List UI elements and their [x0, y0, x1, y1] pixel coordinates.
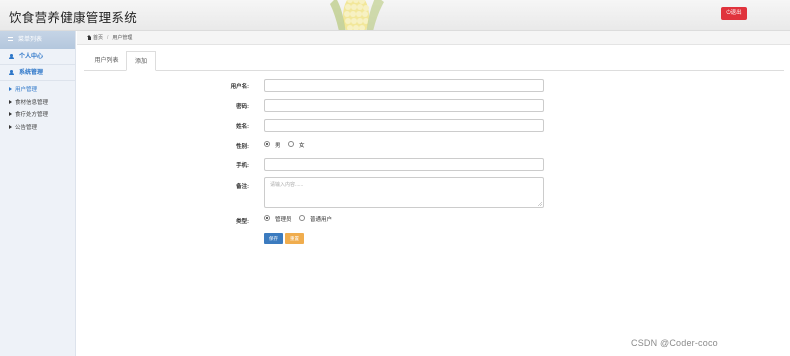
sidebar-subitem-label: 食疗处方管理 — [15, 112, 49, 118]
gender-radio-female[interactable] — [288, 141, 294, 147]
type-label: 类型: — [236, 219, 249, 225]
user-icon — [9, 54, 14, 60]
remark-textarea[interactable]: 请输入内容...... — [264, 177, 544, 208]
tab-bar: 用户列表 添加 — [84, 51, 784, 71]
save-button[interactable]: 保存 — [264, 233, 283, 244]
sidebar-header: 菜单列表 — [0, 31, 75, 49]
breadcrumb-current: 用户管理 — [112, 35, 133, 41]
caret-right-icon — [9, 87, 12, 91]
sidebar-header-label: 菜单列表 — [18, 37, 43, 43]
user-icon — [9, 70, 14, 76]
sidebar-subitem-notice-management[interactable]: 公告管理 — [0, 122, 75, 135]
sidebar-subitem-label: 公告管理 — [15, 124, 38, 131]
remark-label: 备注: — [236, 184, 249, 190]
sidebar-subitem-user-management[interactable]: 用户管理 — [0, 84, 75, 97]
sidebar-subitem-ingredient-management[interactable]: 食材信息管理 — [0, 97, 75, 110]
sidebar-item-system-management[interactable]: 系统管理 — [0, 65, 75, 81]
tab-add[interactable]: 添加 — [126, 51, 156, 71]
csdn-watermark: CSDN @Coder-coco — [631, 338, 718, 348]
breadcrumb: 首页 / 用户管理 — [77, 31, 790, 45]
caret-right-icon — [9, 99, 12, 104]
phone-input[interactable] — [264, 158, 544, 171]
username-input[interactable] — [264, 79, 544, 92]
caret-right-icon — [9, 124, 12, 129]
sidebar-item-label: 个人中心 — [19, 54, 44, 60]
sidebar: 菜单列表 个人中心 系统管理 用户管理 食材信息管理 食疗处方管理 公告管理 — [0, 31, 76, 356]
gender-label: 性别: — [236, 144, 249, 150]
sidebar-subitem-label: 用户管理 — [15, 87, 38, 93]
password-input[interactable] — [264, 99, 544, 112]
menu-icon — [8, 37, 13, 42]
breadcrumb-separator: / — [107, 35, 109, 41]
username-label: 用户名: — [230, 84, 249, 90]
app-title: 饮食营养健康管理系统 — [9, 11, 138, 25]
gender-radio-male[interactable] — [264, 141, 270, 147]
sidebar-subitem-prescription-management[interactable]: 食疗处方管理 — [0, 109, 75, 122]
type-option-normal-user: 普通用户 — [310, 217, 333, 223]
corn-banner-image — [330, 0, 384, 30]
reset-button[interactable]: 重置 — [285, 233, 304, 244]
sidebar-item-personal-center[interactable]: 个人中心 — [0, 49, 75, 65]
home-icon — [87, 34, 92, 40]
gender-option-female: 女 — [299, 143, 305, 149]
password-label: 密码: — [236, 104, 249, 110]
remark-placeholder: 请输入内容...... — [270, 182, 304, 188]
top-header: 饮食营养健康管理系统 ⏻退出 — [0, 0, 790, 31]
name-label: 姓名: — [236, 124, 249, 130]
logout-label: 退出 — [730, 10, 742, 16]
breadcrumb-home[interactable]: 首页 — [93, 35, 103, 41]
logout-button[interactable]: ⏻退出 — [721, 7, 747, 20]
tab-user-list[interactable]: 用户列表 — [84, 51, 129, 71]
gender-option-male: 男 — [275, 143, 281, 149]
type-radio-admin[interactable] — [264, 215, 270, 221]
name-input[interactable] — [264, 119, 544, 132]
phone-label: 手机: — [236, 163, 249, 169]
type-radio-normal-user[interactable] — [299, 215, 305, 221]
sidebar-item-label: 系统管理 — [19, 70, 44, 76]
sidebar-subitem-label: 食材信息管理 — [15, 99, 49, 106]
resize-grip-icon[interactable] — [538, 202, 542, 206]
type-option-admin: 管理员 — [275, 217, 292, 223]
caret-right-icon — [9, 112, 12, 116]
